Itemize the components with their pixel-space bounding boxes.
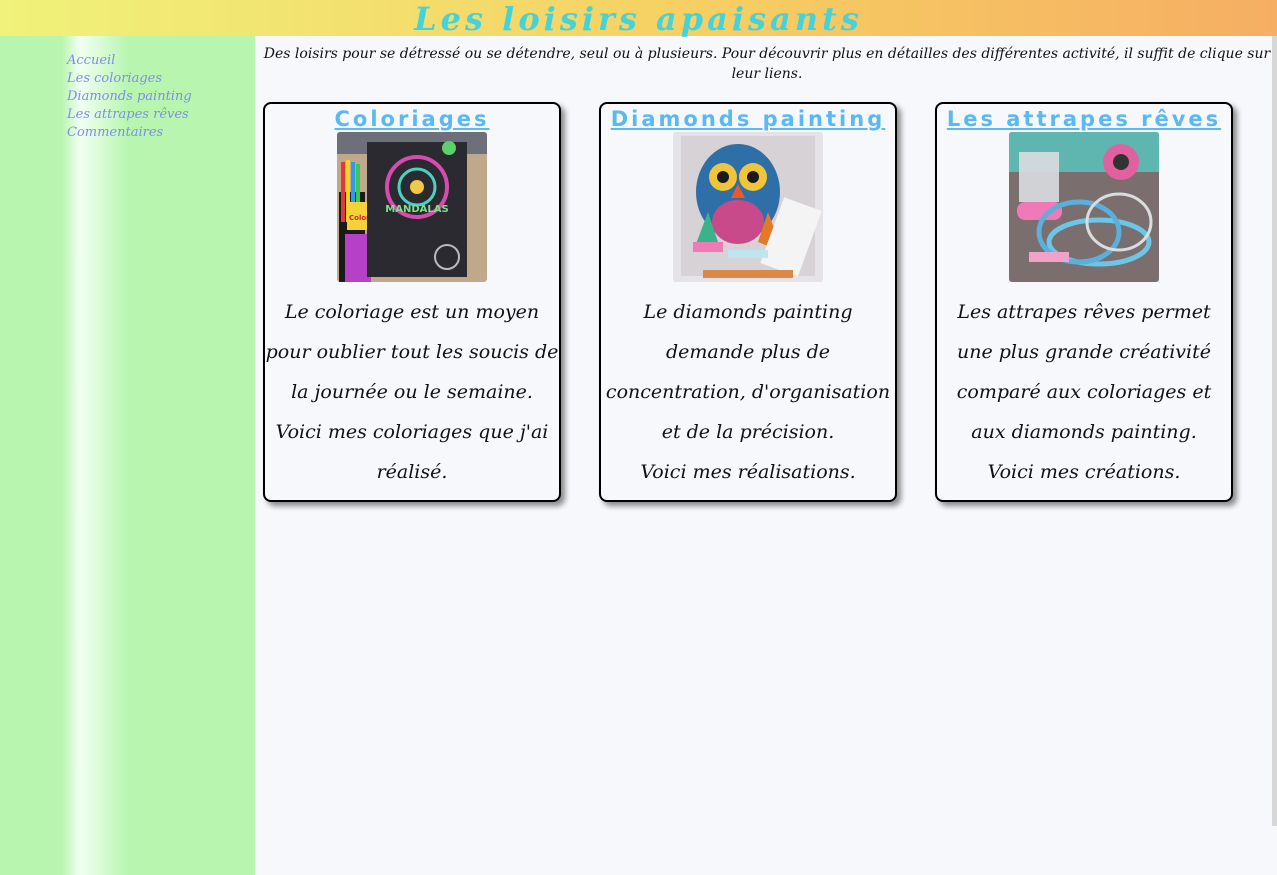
- coloriages-photo[interactable]: Color'Up! MANDALAS: [337, 132, 487, 282]
- card-cta-text: Voici mes réalisations.: [640, 461, 856, 483]
- card-attrapes-reves: Les attrapes rêves Les attrapes rêves pe…: [935, 102, 1233, 502]
- card-cta-text: Voici mes coloriages que j'ai réalisé.: [275, 421, 549, 483]
- card-coloriages: Coloriages Color'Up! MANDALAS Le coloria…: [263, 102, 561, 502]
- sidebar: Accueil Les coloriages Diamonds painting…: [0, 36, 255, 875]
- card-title-link-attrapes-reves[interactable]: Les attrapes rêves: [937, 106, 1231, 132]
- nav-link-commentaires[interactable]: Commentaires: [67, 124, 192, 142]
- nav-link-coloriages[interactable]: Les coloriages: [67, 70, 192, 88]
- card-text-diamonds-painting: Le diamonds painting demande plus de con…: [601, 292, 895, 492]
- card-cta-text: Voici mes créations.: [987, 461, 1181, 483]
- card-text-coloriages: Le coloriage est un moyen pour oublier t…: [265, 292, 559, 492]
- nav-link-attrapes-reves[interactable]: Les attrapes rêves: [67, 106, 192, 124]
- nav-link-diamonds-painting[interactable]: Diamonds painting: [67, 88, 192, 106]
- intro-text: Des loisirs pour se détressé ou se déten…: [263, 46, 1271, 82]
- card-text-attrapes-reves: Les attrapes rêves permet une plus grand…: [937, 292, 1231, 492]
- card-description: Le coloriage est un moyen pour oublier t…: [265, 301, 559, 403]
- card-description: Le diamonds painting demande plus de con…: [605, 301, 891, 443]
- attrapes-reves-photo[interactable]: [1009, 132, 1159, 282]
- diamonds-painting-photo[interactable]: [673, 132, 823, 282]
- site-title: Les loisirs apaisants: [414, 0, 863, 38]
- card-description: Les attrapes rêves permet une plus grand…: [956, 301, 1212, 443]
- card-diamonds-painting: Diamonds painting Le diamonds painting d…: [599, 102, 897, 502]
- header-banner: Les loisirs apaisants: [0, 0, 1277, 38]
- book-cover-label: MANDALAS: [385, 204, 448, 215]
- card-title-link-diamonds-painting[interactable]: Diamonds painting: [601, 106, 895, 132]
- scrollbar[interactable]: [1272, 36, 1277, 826]
- card-title-link-coloriages[interactable]: Coloriages: [265, 106, 559, 132]
- nav-link-accueil[interactable]: Accueil: [67, 52, 192, 70]
- nav-menu: Accueil Les coloriages Diamonds painting…: [67, 52, 192, 142]
